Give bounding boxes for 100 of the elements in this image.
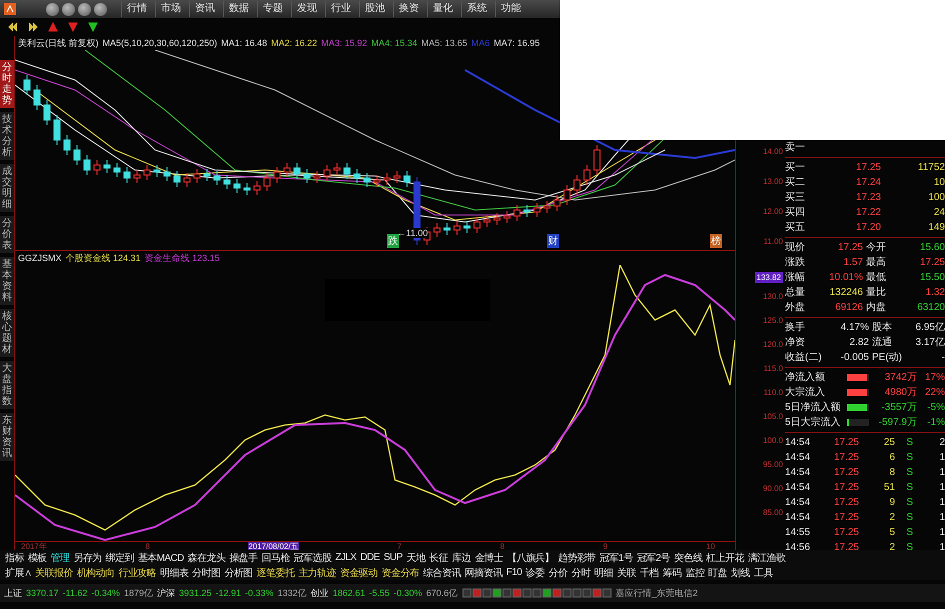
round-window-button[interactable] <box>46 2 59 16</box>
panel-tab[interactable]: 综合资讯 <box>422 566 462 580</box>
indicator-button[interactable]: ZJLX <box>334 552 358 563</box>
panel-tab[interactable]: 工具 <box>752 566 774 580</box>
flow-label: 净流入额 <box>785 370 826 385</box>
flow-amount: -3557万 <box>880 401 917 415</box>
side-tab[interactable]: 成交明细 <box>0 164 14 212</box>
quote-value: 17.25 <box>836 241 863 255</box>
indicator-button[interactable]: 冠军2号 <box>636 550 671 564</box>
panel-tab[interactable]: 关联 <box>616 566 637 580</box>
panel-tab[interactable]: 主力轨迹 <box>297 566 337 580</box>
double-chevron-right-icon[interactable] <box>28 22 38 32</box>
menu-item[interactable]: 股池 <box>359 1 390 17</box>
menu-item[interactable]: 功能 <box>495 1 526 17</box>
quote-volume: 11752 <box>916 161 945 175</box>
round-window-button[interactable] <box>94 2 107 16</box>
panel-tab[interactable]: 千档 <box>638 566 660 580</box>
indicator-button[interactable]: 冠军1号 <box>598 550 634 564</box>
quote-label: 最高 <box>865 256 887 270</box>
double-chevron-left-icon[interactable] <box>8 22 18 32</box>
candlestick <box>64 134 70 156</box>
panel-tab[interactable]: F10 <box>505 567 523 578</box>
indicator-button[interactable]: 突色线 <box>672 550 704 564</box>
chart-title: 美利云(日线 前复权) <box>18 36 98 50</box>
side-tab[interactable]: 核心题材 <box>0 309 14 357</box>
up-triangle-icon[interactable] <box>48 22 58 32</box>
trade-side: S <box>905 541 913 555</box>
indicator-button[interactable]: 绑定到 <box>104 550 135 564</box>
candlestick <box>74 144 80 166</box>
indicator-button[interactable]: SUP <box>382 552 404 563</box>
menu-item[interactable]: 换资 <box>393 1 424 17</box>
event-marker[interactable]: 财 <box>547 234 559 248</box>
menu-item[interactable]: 市场 <box>155 1 186 17</box>
panel-tab[interactable]: 关联报价 <box>34 566 74 580</box>
indicator-button[interactable]: 指标 <box>4 550 25 564</box>
index-percent: -0.33% <box>245 588 274 598</box>
panel-tab[interactable]: 扩展∧ <box>4 566 32 580</box>
indicator-button[interactable]: 趋势彩带 <box>557 550 597 564</box>
indicator-button[interactable]: 杠上开花 <box>705 550 745 564</box>
panel-tab[interactable]: 划线 <box>730 566 751 580</box>
candlestick <box>554 194 560 212</box>
menu-item[interactable]: 发现 <box>291 1 322 17</box>
axis-tick: 100.0 <box>762 435 783 447</box>
menu-item[interactable]: 量化 <box>427 1 458 17</box>
trade-volume: 2 <box>888 511 895 525</box>
indicator-button[interactable]: 金博士 <box>474 550 504 564</box>
candlestick <box>474 216 480 234</box>
panel-tab[interactable]: 明细表 <box>159 566 190 580</box>
indicator-button[interactable]: 模板 <box>26 550 48 564</box>
candlestick <box>144 164 150 180</box>
flow-amount: 3742万 <box>884 371 917 385</box>
indicator-button[interactable]: 库边 <box>450 550 472 564</box>
event-marker[interactable]: 榜 <box>710 234 722 248</box>
side-tab[interactable]: 大盘指数 <box>0 361 14 409</box>
panel-tab[interactable]: 明细 <box>593 566 614 580</box>
panel-tab[interactable]: 资金驱动 <box>338 566 378 580</box>
menu-item[interactable]: 专题 <box>257 1 288 17</box>
side-tab[interactable]: 技术分析 <box>0 112 14 160</box>
panel-tab[interactable]: 逐笔委托 <box>256 566 296 580</box>
menu-item[interactable]: 行业 <box>325 1 356 17</box>
panel-tab[interactable]: 分析图 <box>223 566 254 580</box>
indicator-button[interactable]: 另存为 <box>72 550 103 564</box>
side-tab[interactable]: 分价表 <box>0 216 14 253</box>
side-tab[interactable]: 分时走势 <box>0 60 14 108</box>
candlestick <box>364 172 370 188</box>
panel-tab[interactable]: 诊委 <box>524 566 546 580</box>
indicator-button[interactable]: 基本MACD <box>136 550 185 564</box>
quote-value: - <box>940 351 945 365</box>
indicator-button[interactable]: 森在龙头 <box>186 550 226 564</box>
panel-tab[interactable]: 筹码 <box>662 566 682 580</box>
panel-tab[interactable]: 盯盘 <box>707 566 728 580</box>
axis-tick: 13.00 <box>762 176 783 188</box>
indicator-button[interactable]: 【八旗兵】 <box>506 550 556 564</box>
indicator-button[interactable]: 天地 <box>405 550 426 564</box>
menu-item[interactable]: 资讯 <box>189 1 220 17</box>
panel-tab[interactable]: 分时 <box>570 566 592 580</box>
panel-tab[interactable]: 分时图 <box>191 566 222 580</box>
menu-item[interactable]: 数据 <box>223 1 254 17</box>
panel-tab[interactable]: 分价 <box>548 566 568 580</box>
indicator-button[interactable]: 操盘手 <box>228 550 258 564</box>
menu-item[interactable]: 行情 <box>121 1 152 17</box>
indicator-button[interactable]: 回马枪 <box>260 550 291 564</box>
round-window-button[interactable] <box>62 2 75 16</box>
indicator-button[interactable]: 冠军选股 <box>292 550 332 564</box>
side-tab[interactable]: 基本资料 <box>0 257 14 305</box>
panel-tab[interactable]: 机构动向 <box>76 566 116 580</box>
candlestick <box>514 204 520 222</box>
side-tab[interactable]: 东财资讯 <box>0 413 14 461</box>
quote-label: 流通 <box>871 336 893 350</box>
panel-tab[interactable]: 资金分布 <box>380 566 420 580</box>
indicator-button[interactable]: 长征 <box>428 550 449 564</box>
round-window-button[interactable] <box>78 2 91 16</box>
trade-price: 17.25 <box>832 481 859 495</box>
indicator-button[interactable]: 管理 <box>50 550 70 564</box>
panel-tab[interactable]: 行业攻略 <box>117 566 158 580</box>
menu-item[interactable]: 系统 <box>461 1 492 17</box>
indicator-button[interactable]: 漓江渔歌 <box>746 550 786 564</box>
indicator-button[interactable]: DDE <box>359 552 381 563</box>
panel-tab[interactable]: 监控 <box>684 566 706 580</box>
panel-tab[interactable]: 网摘资讯 <box>464 566 504 580</box>
